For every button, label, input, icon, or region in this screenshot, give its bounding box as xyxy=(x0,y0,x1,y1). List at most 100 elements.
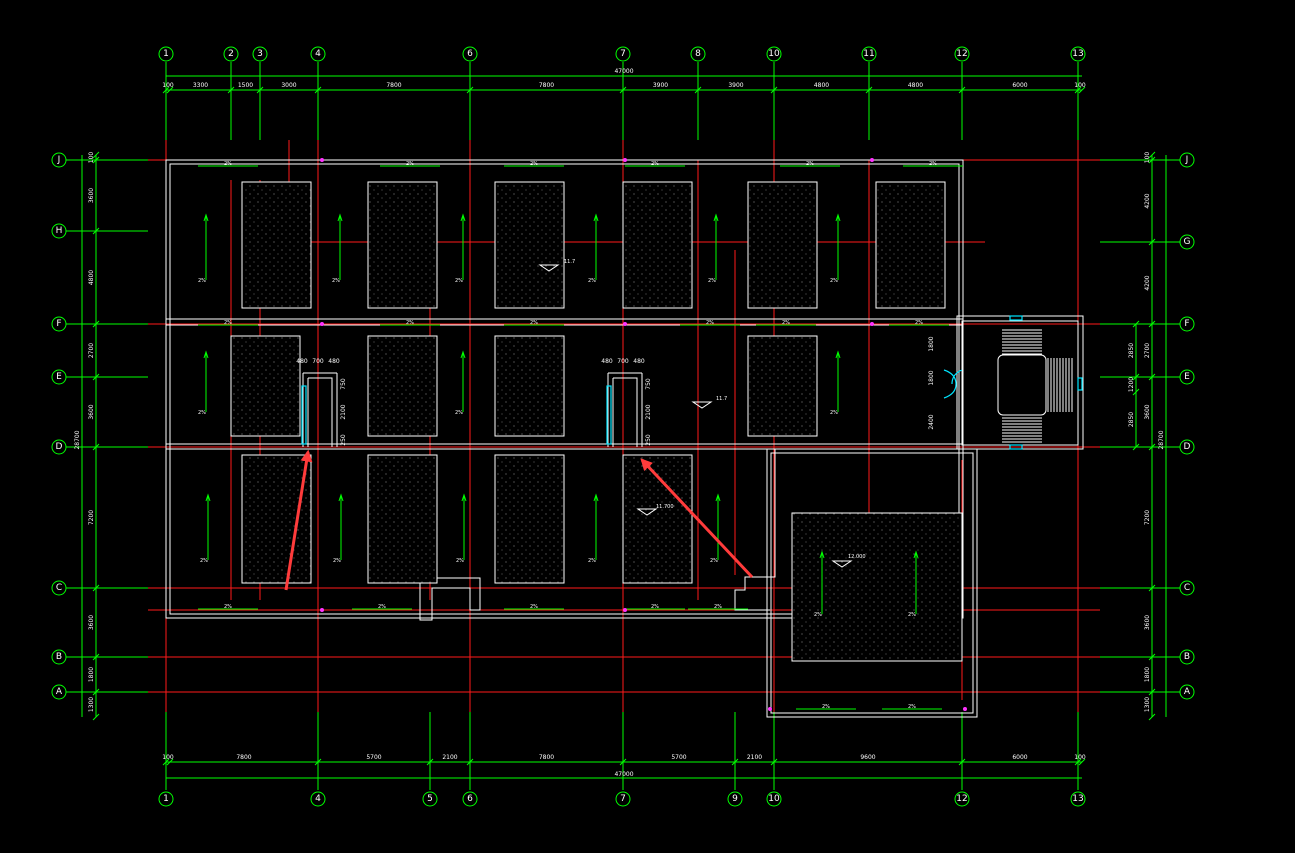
axis-bubble-left-H[interactable]: H xyxy=(51,223,67,239)
svg-text:A: A xyxy=(1184,687,1191,697)
gutter-slope-label: 2% xyxy=(908,704,916,710)
roof-plan-drawing: 1 2 3 4 6 7 8 10 11 12 13 1 4 5 6 7 9 10 12 13 JHFEDCBA JG… xyxy=(51,46,1195,807)
axis-bubble-top-1[interactable]: 1 xyxy=(158,46,174,62)
svg-text:750: 750 xyxy=(645,378,652,390)
axis-bubble-top-3[interactable]: 3 xyxy=(252,46,268,62)
axis-bubble-bottom-13[interactable]: 13 xyxy=(1070,791,1086,807)
axis-bubble-right-G[interactable]: G xyxy=(1179,234,1195,250)
axis-bubble-right-E[interactable]: E xyxy=(1179,369,1195,385)
svg-text:250: 250 xyxy=(645,434,652,446)
svg-text:12: 12 xyxy=(956,49,967,59)
svg-text:2100: 2100 xyxy=(340,404,347,419)
axis-bubble-left-B[interactable]: B xyxy=(51,649,67,665)
gutter-slope-label: 2% xyxy=(224,161,232,167)
axis-bubble-bottom-6[interactable]: 6 xyxy=(462,791,478,807)
roof-panel-9 xyxy=(494,335,565,437)
slope-label: 2% xyxy=(708,278,716,284)
slope-label: 2% xyxy=(333,558,341,564)
svg-text:9: 9 xyxy=(732,794,738,804)
dim-bottom-segment-label: 100 xyxy=(162,754,174,761)
svg-text:6: 6 xyxy=(467,794,473,804)
dim-top-segment-label: 6000 xyxy=(1012,82,1027,89)
axis-bubble-top-13[interactable]: 13 xyxy=(1070,46,1086,62)
svg-text:1: 1 xyxy=(163,794,169,804)
svg-text:480: 480 xyxy=(601,358,613,365)
axis-bubble-right-F[interactable]: F xyxy=(1179,316,1195,332)
axis-bubble-bottom-4[interactable]: 4 xyxy=(310,791,326,807)
dim-left-segment-label: 7200 xyxy=(88,510,95,525)
axis-bubble-bottom-5[interactable]: 5 xyxy=(422,791,438,807)
dim-top-segment-label: 4800 xyxy=(814,82,829,89)
axis-bubble-left-A[interactable]: A xyxy=(51,684,67,700)
dim-left-segment-label: 1300 xyxy=(88,697,95,712)
svg-text:11.7: 11.7 xyxy=(716,396,727,402)
axis-bubble-left-D[interactable]: D xyxy=(51,439,67,455)
axis-bubble-left-C[interactable]: C xyxy=(51,580,67,596)
dim-top-segment-label: 4800 xyxy=(908,82,923,89)
axis-bubble-top-2[interactable]: 2 xyxy=(223,46,239,62)
axis-bubble-top-8[interactable]: 8 xyxy=(690,46,706,62)
gutter-slope-label: 2% xyxy=(378,604,386,610)
roof-drain xyxy=(623,322,627,326)
axis-bubble-top-11[interactable]: 11 xyxy=(861,46,877,62)
svg-text:13: 13 xyxy=(1072,49,1083,59)
axis-bubble-bottom-12[interactable]: 12 xyxy=(954,791,970,807)
roof-panel-10 xyxy=(747,335,818,437)
svg-text:C: C xyxy=(56,583,62,593)
svg-text:11.7: 11.7 xyxy=(564,259,575,265)
roof-drain xyxy=(320,158,324,162)
dim-left-segment-label: 1800 xyxy=(88,667,95,682)
axis-bubble-right-C[interactable]: C xyxy=(1179,580,1195,596)
svg-text:F: F xyxy=(56,319,61,329)
svg-text:B: B xyxy=(56,652,62,662)
svg-text:750: 750 xyxy=(340,378,347,390)
dim-left-segment-label: 3600 xyxy=(88,615,95,630)
svg-text:2: 2 xyxy=(228,49,234,59)
axis-bubble-top-10[interactable]: 10 xyxy=(766,46,782,62)
slope-label: 2% xyxy=(198,410,206,416)
dim-right-segment-label: 3600 xyxy=(1144,404,1151,419)
axis-bubble-top-12[interactable]: 12 xyxy=(954,46,970,62)
axis-bubble-bottom-1[interactable]: 1 xyxy=(158,791,174,807)
svg-text:10: 10 xyxy=(768,49,780,59)
axis-bubble-top-7[interactable]: 7 xyxy=(615,46,631,62)
axis-bubbles-left: J H F E D C B A xyxy=(51,152,67,700)
svg-text:1800: 1800 xyxy=(928,336,935,351)
svg-text:5: 5 xyxy=(427,794,433,804)
axis-bubble-left-J[interactable]: J xyxy=(51,152,67,168)
roof-drain xyxy=(320,608,324,612)
dim-right-inner-label: 2850 xyxy=(1128,412,1135,427)
axis-bubble-right-J[interactable]: J xyxy=(1179,152,1195,168)
dim-right-inner-label: 2850 xyxy=(1128,343,1135,358)
axis-bubble-bottom-9[interactable]: 9 xyxy=(727,791,743,807)
axis-bubble-left-E[interactable]: E xyxy=(51,369,67,385)
roof-drain xyxy=(623,158,627,162)
svg-text:J: J xyxy=(1185,155,1189,165)
axis-bubble-right-D[interactable]: D xyxy=(1179,439,1195,455)
roof-panel-13 xyxy=(494,454,565,584)
slope-label: 2% xyxy=(830,410,838,416)
roof-panel-3 xyxy=(494,181,565,309)
axis-bubble-bottom-10[interactable]: 10 xyxy=(766,791,782,807)
dim-left-segment-label: 3600 xyxy=(88,188,95,203)
axis-bubble-top-6[interactable]: 6 xyxy=(462,46,478,62)
svg-text:12: 12 xyxy=(956,794,967,804)
cad-roof-plan-canvas[interactable]: 1 2 3 4 6 7 8 10 11 12 13 1 4 5 6 7 9 10 12 13 JHFEDCBA JG… xyxy=(0,0,1295,853)
svg-text:B: B xyxy=(1184,652,1190,662)
dim-bottom-segment-label: 2100 xyxy=(747,754,762,761)
axis-bubble-bottom-7[interactable]: 7 xyxy=(615,791,631,807)
svg-text:1: 1 xyxy=(163,49,169,59)
roof-drain xyxy=(963,707,967,711)
gutter-slope-label: 2% xyxy=(651,604,659,610)
axis-bubble-top-4[interactable]: 4 xyxy=(310,46,326,62)
axis-bubble-left-F[interactable]: F xyxy=(51,316,67,332)
dim-right-segment-label: 2700 xyxy=(1144,343,1151,358)
dim-right-segment-label: 1800 xyxy=(1144,667,1151,682)
svg-text:11.700: 11.700 xyxy=(656,504,674,510)
gutter-slope-label: 2% xyxy=(929,161,937,167)
roof-panel-7 xyxy=(230,335,301,437)
slope-label: 2% xyxy=(908,612,916,618)
axis-bubble-right-A[interactable]: A xyxy=(1179,684,1195,700)
roof-hatch-opening-left xyxy=(301,372,338,447)
axis-bubble-right-B[interactable]: B xyxy=(1179,649,1195,665)
